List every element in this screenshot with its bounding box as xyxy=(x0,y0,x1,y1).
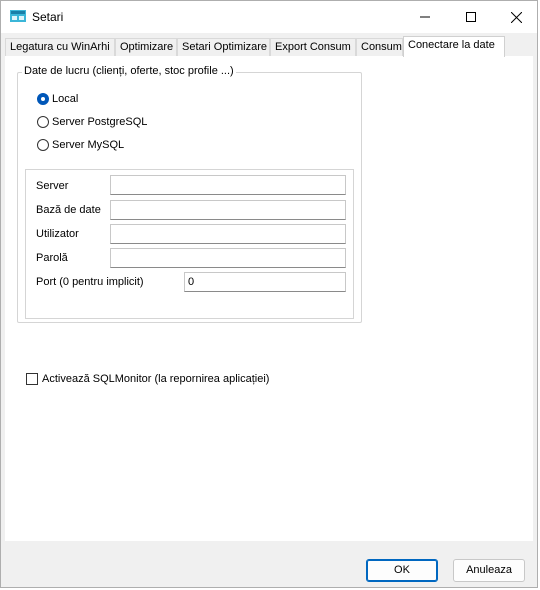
close-icon xyxy=(510,11,522,23)
radio-mysql[interactable]: Server MySQL xyxy=(37,138,124,152)
tab-conectare-la-date[interactable]: Conectare la date xyxy=(403,36,505,57)
password-label: Parolă xyxy=(36,252,68,264)
radio-local[interactable]: Local xyxy=(37,92,78,106)
port-label: Port (0 pentru implicit) xyxy=(36,276,144,288)
title-bar[interactable]: Setari xyxy=(1,1,537,33)
port-input[interactable] xyxy=(184,272,346,292)
radio-postgresql-label: Server PostgreSQL xyxy=(52,116,148,128)
settings-window: Setari Legatura cu WinArhi Optimizare Se… xyxy=(0,0,538,588)
window-title: Setari xyxy=(32,10,64,24)
database-input[interactable] xyxy=(110,200,346,220)
server-input[interactable] xyxy=(110,175,346,195)
sqlmonitor-label: Activează SQLMonitor (la repornirea apli… xyxy=(42,373,270,385)
data-source-group: Date de lucru (clienți, oferte, stoc pro… xyxy=(17,65,362,323)
radio-mysql-label: Server MySQL xyxy=(52,139,125,151)
user-input[interactable] xyxy=(110,224,346,244)
database-label: Bază de date xyxy=(36,204,101,216)
radio-postgresql-indicator[interactable] xyxy=(37,116,49,128)
minimize-button[interactable] xyxy=(402,1,448,33)
radio-mysql-indicator[interactable] xyxy=(37,139,49,151)
close-button[interactable] xyxy=(493,1,539,33)
radio-local-indicator[interactable] xyxy=(37,93,49,105)
sqlmonitor-option[interactable]: Activează SQLMonitor (la repornirea apli… xyxy=(26,373,269,385)
maximize-button[interactable] xyxy=(448,1,494,33)
group-legend: Date de lucru (clienți, oferte, stoc pro… xyxy=(22,65,236,77)
ok-button[interactable]: OK xyxy=(366,559,438,582)
tab-consum[interactable]: Consum xyxy=(356,38,403,56)
tab-panel-conectare: Date de lucru (clienți, oferte, stoc pro… xyxy=(5,56,533,541)
tab-optimizare[interactable]: Optimizare xyxy=(115,38,177,56)
password-input[interactable] xyxy=(110,248,346,268)
cancel-button[interactable]: Anuleaza xyxy=(453,559,525,582)
tab-setari-optimizare[interactable]: Setari Optimizare xyxy=(177,38,270,56)
tab-export-consum[interactable]: Export Consum xyxy=(270,38,356,56)
radio-local-label: Local xyxy=(52,93,79,105)
user-label: Utilizator xyxy=(36,228,79,240)
maximize-icon xyxy=(466,12,476,22)
sqlmonitor-checkbox[interactable] xyxy=(26,373,38,385)
radio-postgresql[interactable]: Server PostgreSQL xyxy=(37,115,147,129)
button-bar: OK Anuleaza xyxy=(1,541,537,587)
dialog-content: Legatura cu WinArhi Optimizare Setari Op… xyxy=(3,33,535,541)
server-settings-panel: Server Bază de date Utilizator Parolă Po… xyxy=(25,169,354,319)
server-label: Server xyxy=(36,180,69,192)
app-icon xyxy=(10,10,26,22)
minimize-icon xyxy=(420,16,430,18)
tab-legatura-winarhi[interactable]: Legatura cu WinArhi xyxy=(5,38,115,56)
